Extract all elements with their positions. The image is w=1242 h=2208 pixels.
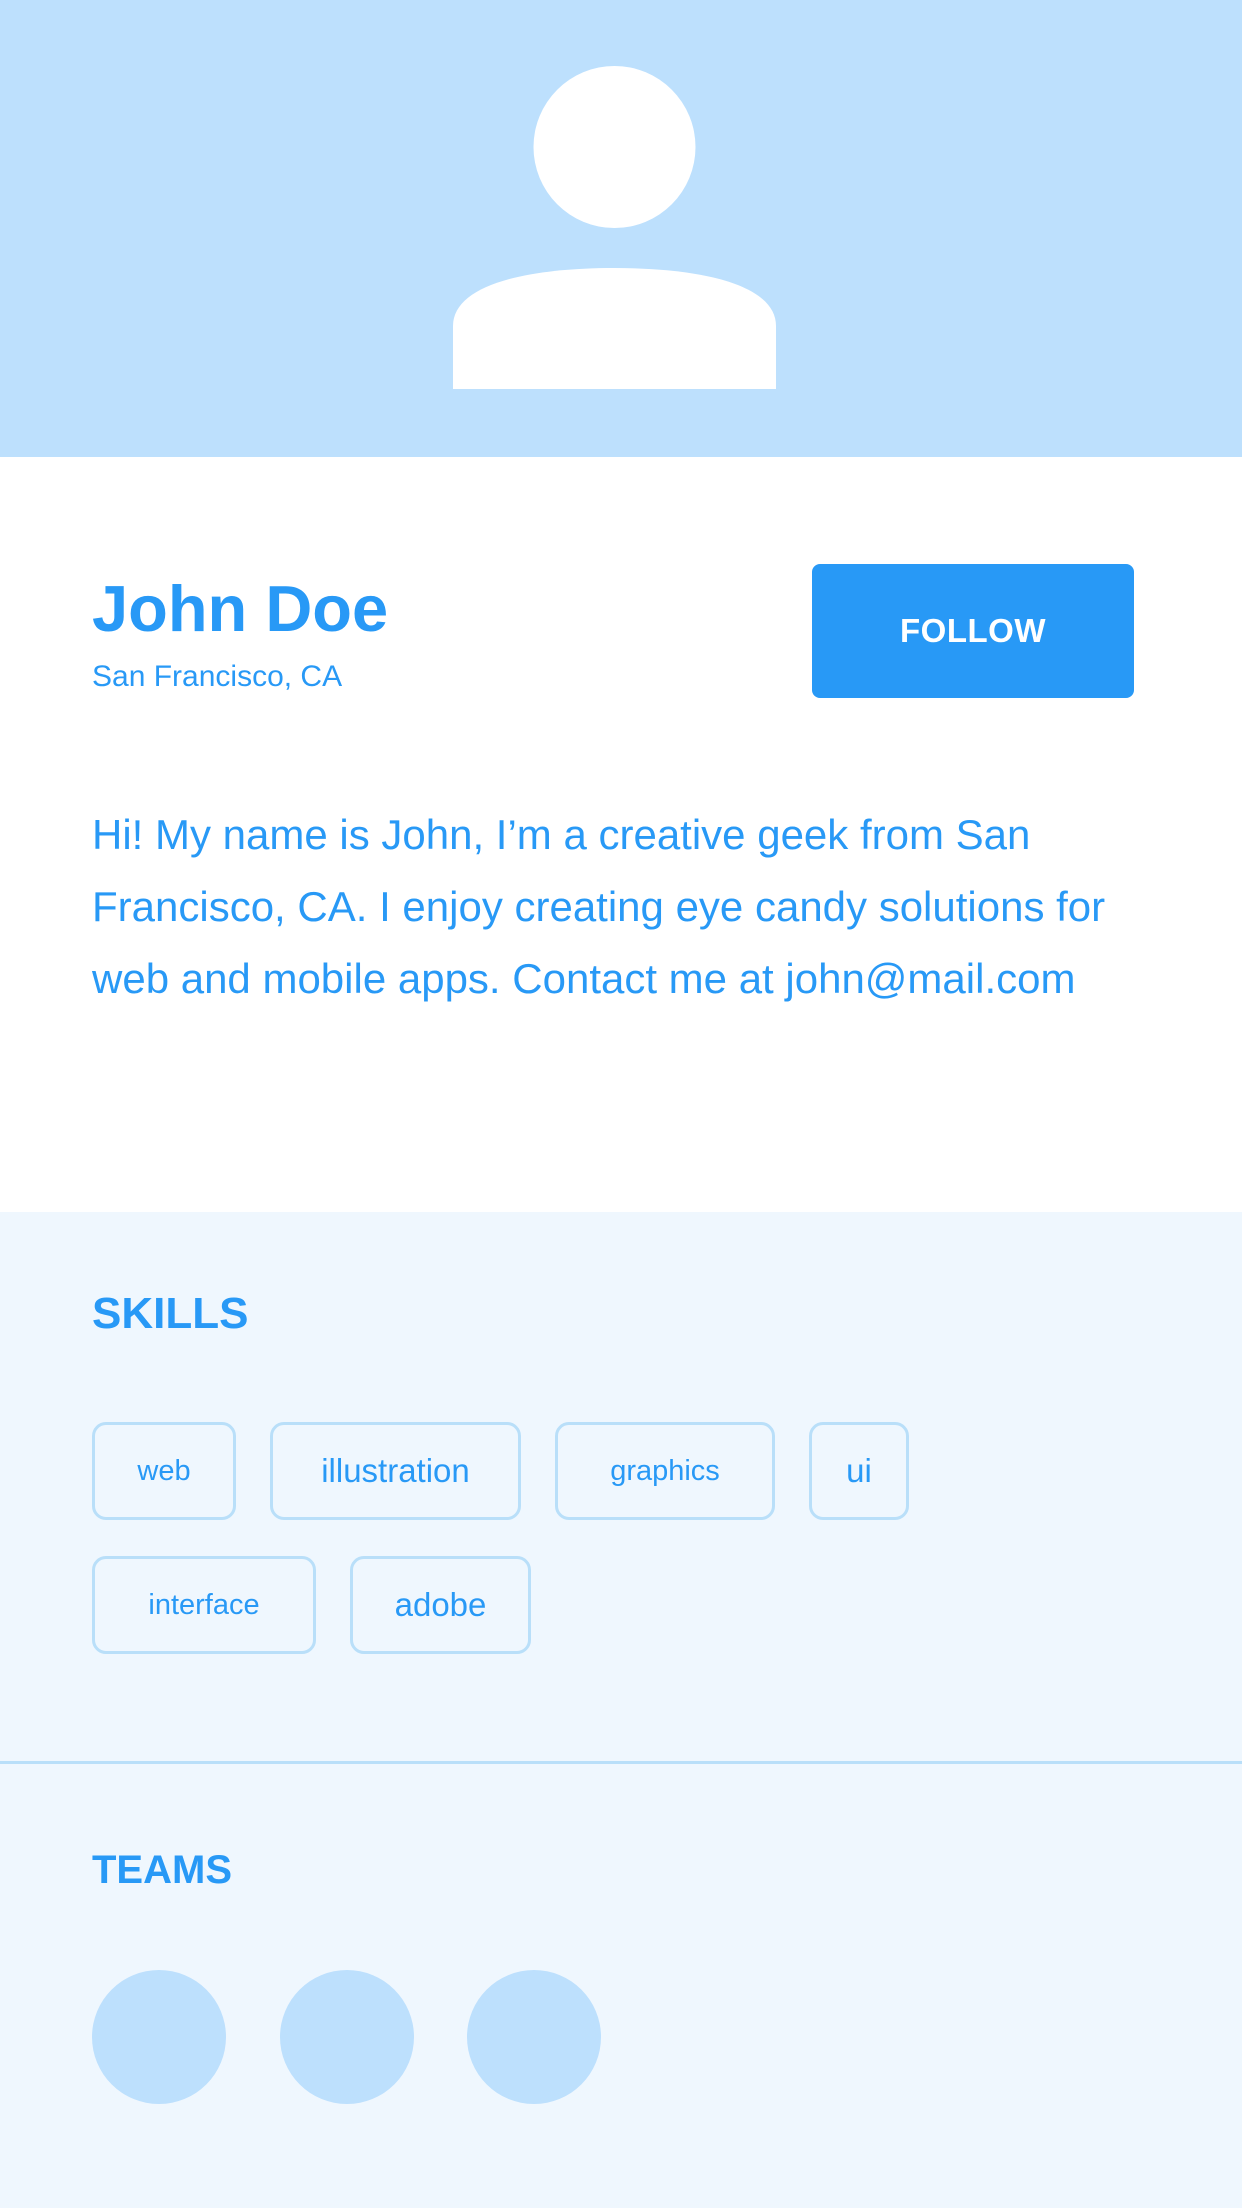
teams-section: TEAMS xyxy=(0,1764,1242,2208)
skill-tag-illustration[interactable]: illustration xyxy=(270,1422,521,1520)
team-avatar[interactable] xyxy=(92,1970,226,2104)
profile-info: John Doe San Francisco, CA FOLLOW Hi! My… xyxy=(0,457,1242,1212)
profile-bio: Hi! My name is John, I’m a creative geek… xyxy=(92,811,1106,1002)
profile-location: San Francisco, CA xyxy=(92,660,343,693)
skills-title: SKILLS xyxy=(92,1289,249,1338)
user-silhouette-icon xyxy=(453,66,776,389)
skill-tag-web[interactable]: web xyxy=(92,1422,236,1520)
follow-button[interactable]: FOLLOW xyxy=(812,564,1134,698)
skills-section: SKILLS web illustration graphics ui inte… xyxy=(0,1212,1242,1762)
team-avatar[interactable] xyxy=(280,1970,414,2104)
profile-page: John Doe San Francisco, CA FOLLOW Hi! My… xyxy=(0,0,1242,2208)
profile-header xyxy=(0,0,1242,457)
skill-tag-ui[interactable]: ui xyxy=(809,1422,909,1520)
teams-title: TEAMS xyxy=(92,1848,232,1892)
skill-tag-interface[interactable]: interface xyxy=(92,1556,316,1654)
skill-tag-graphics[interactable]: graphics xyxy=(555,1422,775,1520)
team-avatar[interactable] xyxy=(467,1970,601,2104)
skill-tag-adobe[interactable]: adobe xyxy=(350,1556,531,1654)
profile-name: John Doe xyxy=(92,572,389,645)
